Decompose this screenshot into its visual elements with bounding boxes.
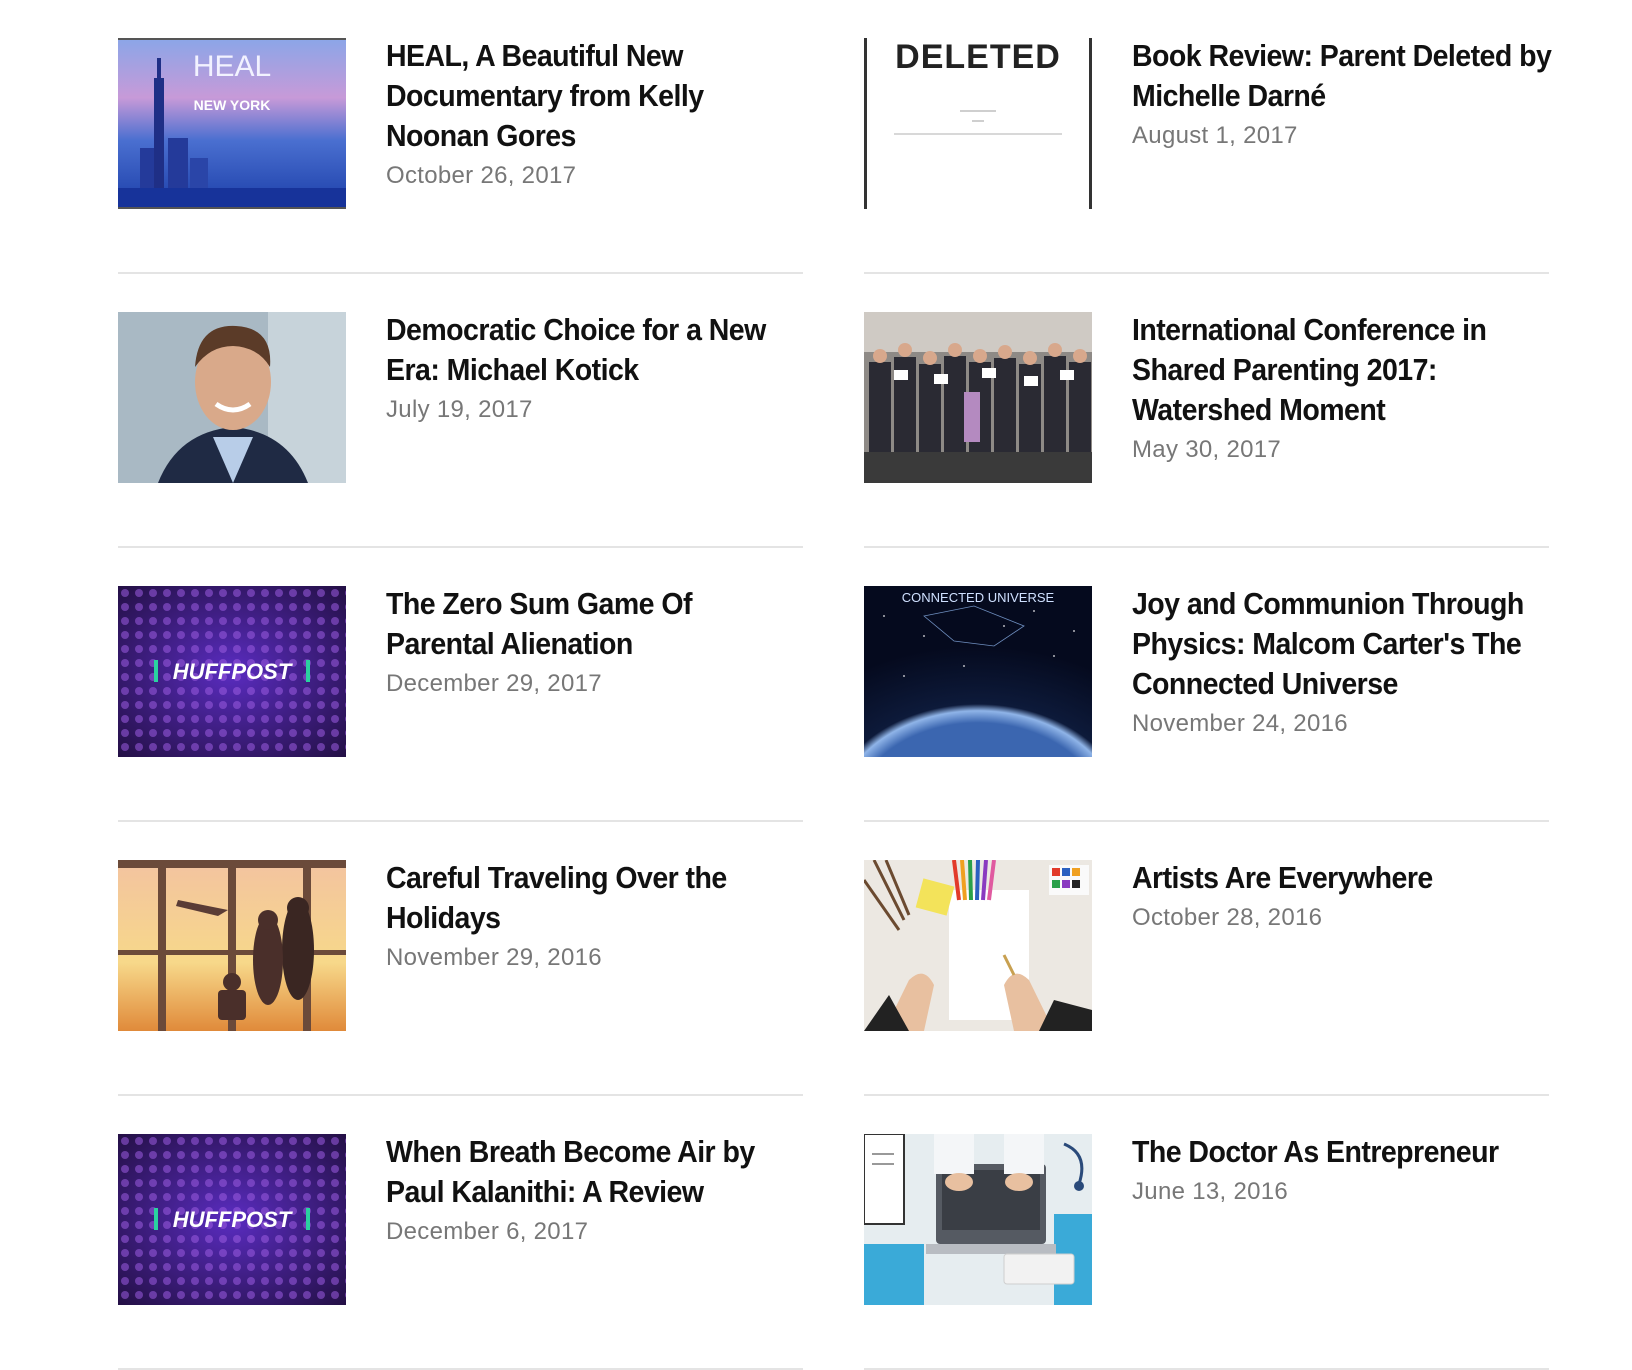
article-item[interactable]: HUFFPOST When Breath Become Air by Paul … [118,1096,803,1370]
deleted-book-cover[interactable]: DELETED [864,38,1092,209]
connected-universe-poster[interactable]: CONNECTED UNIVERSE [864,586,1092,757]
article-title[interactable]: When Breath Become Air by Paul Kalanithi… [386,1132,806,1212]
article-title[interactable]: Artists Are Everywhere [1132,858,1552,898]
article-date: October 26, 2017 [386,162,577,189]
article-date: November 24, 2016 [1132,710,1348,737]
artist-desk-photo[interactable] [864,860,1092,1031]
article-grid: HEAL NEW YORK HEAL, A Beautiful New Docu… [0,0,1632,1370]
article-date: December 29, 2017 [386,670,602,697]
svg-text:HUFFPOST: HUFFPOST [173,659,293,684]
svg-text:NEW YORK: NEW YORK [194,97,271,113]
article-title[interactable]: The Zero Sum Game Of Parental Alienation [386,584,806,664]
article-date: December 6, 2017 [386,1218,589,1245]
article-title[interactable]: International Conference in Shared Paren… [1132,310,1552,430]
article-item[interactable]: Careful Traveling Over the Holidays Nove… [118,822,803,1096]
article-item[interactable]: DELETED Book Review: Parent Deleted by M… [864,0,1552,274]
article-title[interactable]: Careful Traveling Over the Holidays [386,858,806,938]
article-title[interactable]: Democratic Choice for a New Era: Michael… [386,310,806,390]
svg-text:CONNECTED UNIVERSE: CONNECTED UNIVERSE [902,590,1055,605]
huffpost-logo-image[interactable]: HUFFPOST [118,586,346,757]
huffpost-logo-image[interactable]: HUFFPOST [118,1134,346,1305]
article-column-left: HEAL NEW YORK HEAL, A Beautiful New Docu… [118,0,803,1370]
article-item[interactable]: International Conference in Shared Paren… [864,274,1549,548]
article-item[interactable]: CONNECTED UNIVERSE Joy and Communion Thr… [864,548,1549,822]
conference-group-photo[interactable] [864,312,1092,483]
article-title[interactable]: The Doctor As Entrepreneur [1132,1132,1552,1172]
article-item[interactable]: The Doctor As Entrepreneur June 13, 2016 [864,1096,1549,1370]
article-title[interactable]: HEAL, A Beautiful New Documentary from K… [386,36,806,156]
article-date: November 29, 2016 [386,944,602,971]
article-title[interactable]: Book Review: Parent Deleted by Michelle … [1132,36,1552,116]
article-date: June 13, 2016 [1132,1178,1289,1205]
svg-text:DELETED: DELETED [895,38,1061,76]
airport-family-photo[interactable] [118,860,346,1031]
article-column-right: DELETED Book Review: Parent Deleted by M… [864,0,1552,1370]
article-item[interactable]: Artists Are Everywhere October 28, 2016 [864,822,1549,1096]
article-title[interactable]: Joy and Communion Through Physics: Malco… [1132,584,1552,704]
article-item[interactable]: Democratic Choice for a New Era: Michael… [118,274,803,548]
heal-poster-image[interactable]: HEAL NEW YORK [118,38,346,209]
article-item[interactable]: HUFFPOST The Zero Sum Game Of Parental A… [118,548,803,822]
article-date: May 30, 2017 [1132,436,1282,463]
article-date: August 1, 2017 [1132,122,1298,149]
article-item[interactable]: HEAL NEW YORK HEAL, A Beautiful New Docu… [118,0,803,274]
article-date: July 19, 2017 [386,396,533,423]
article-date: October 28, 2016 [1132,904,1323,931]
svg-text:HEAL: HEAL [193,50,271,83]
portrait-photo[interactable] [118,312,346,483]
svg-text:HUFFPOST: HUFFPOST [173,1207,293,1232]
doctor-laptop-photo[interactable] [864,1134,1092,1305]
